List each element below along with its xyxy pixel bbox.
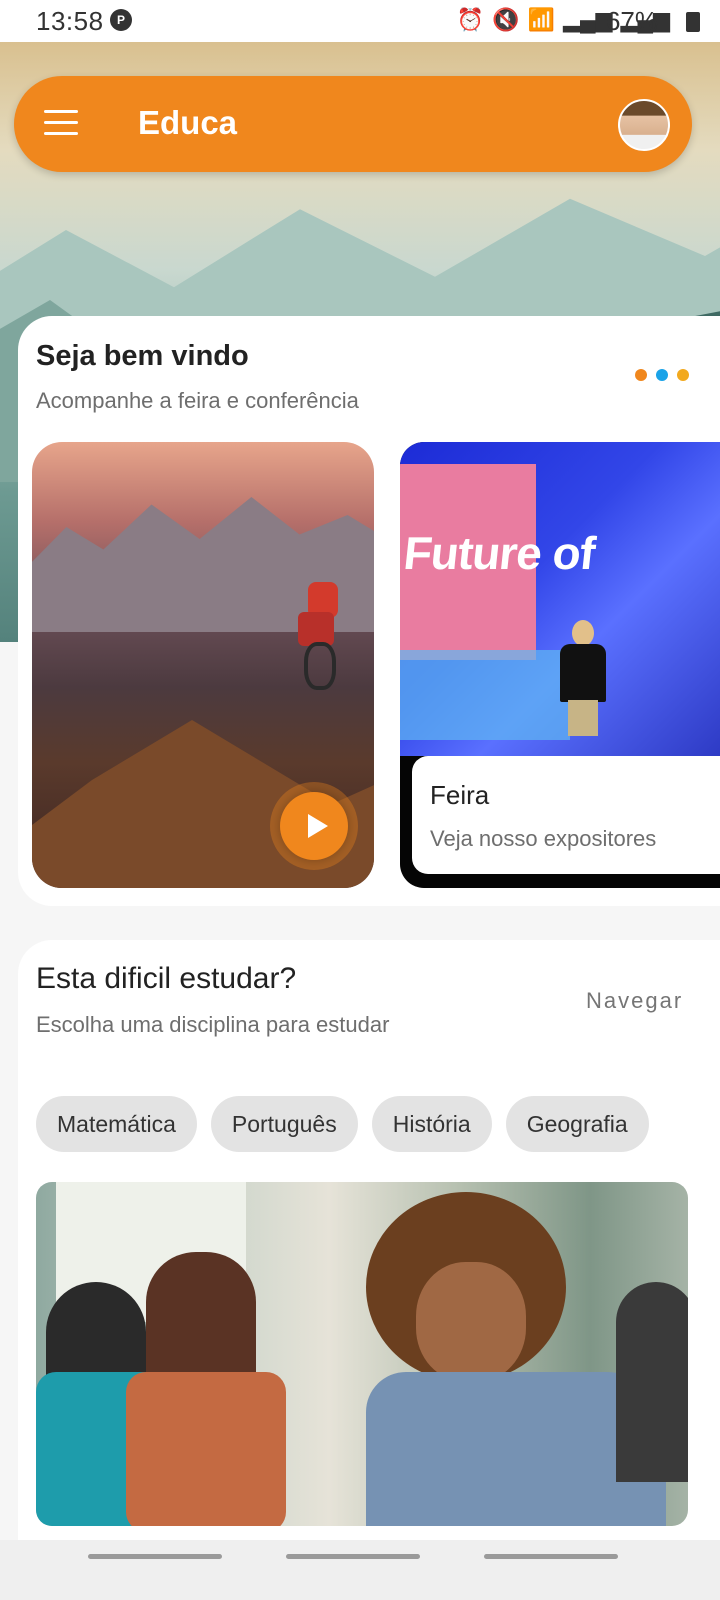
navegar-link[interactable]: Navegar [586, 988, 683, 1014]
wifi-icon: 📶 [527, 7, 556, 32]
chip-geografia[interactable]: Geografia [505, 1096, 649, 1152]
nav-recent-button[interactable] [88, 1554, 222, 1559]
status-time: 13:58 [36, 6, 104, 36]
play-button[interactable] [270, 782, 358, 870]
menu-icon[interactable] [44, 110, 78, 136]
feira-subtitle: Veja nosso expositores [430, 826, 657, 851]
app-bar: Educa [14, 76, 692, 172]
nav-home-button[interactable] [286, 1554, 420, 1559]
screen-text: Future of [401, 527, 598, 579]
chip-matematica[interactable]: Matemática [36, 1096, 197, 1152]
video-card[interactable] [32, 442, 374, 888]
feira-card[interactable]: Future of Feira Veja nosso expositores [400, 442, 720, 888]
feira-title: Feira [430, 780, 490, 810]
study-title: Esta dificil estudar? [36, 962, 297, 995]
subject-chips: Matemática Português História Geografia [36, 1096, 649, 1152]
battery-percent: 67% [605, 6, 658, 36]
pager-dot [677, 369, 689, 381]
nav-back-button[interactable] [484, 1554, 618, 1559]
system-nav-bar [0, 1540, 720, 1600]
pager-dot [656, 369, 668, 381]
mute-icon: 🔇 [492, 7, 520, 32]
chip-historia[interactable]: História [371, 1096, 492, 1152]
study-card: Esta dificil estudar? Escolha uma discip… [18, 940, 720, 1580]
app-screen: 13:58 P ⏰ 🔇 📶 ▂▄▆ ▂▄▆ 67% Educa Seja bem… [0, 0, 720, 1600]
study-subtitle: Escolha uma disciplina para estudar [36, 1012, 390, 1037]
welcome-title: Seja bem vindo [36, 340, 249, 372]
status-bar: 13:58 P ⏰ 🔇 📶 ▂▄▆ ▂▄▆ 67% [0, 0, 720, 42]
feira-caption: Feira Veja nosso expositores [412, 756, 720, 874]
play-icon [308, 814, 328, 838]
mountain-biker-image [290, 582, 350, 692]
battery-icon [686, 12, 700, 32]
students-image[interactable] [36, 1182, 688, 1526]
pager-dot [635, 369, 647, 381]
chip-portugues[interactable]: Português [210, 1096, 358, 1152]
notification-icon: P [110, 9, 132, 31]
speaker-figure [556, 620, 612, 740]
alarm-icon: ⏰ [456, 7, 485, 32]
avatar[interactable] [618, 99, 670, 151]
welcome-card: Seja bem vindo Acompanhe a feira e confe… [18, 316, 720, 906]
pager-dots [635, 369, 689, 381]
app-title: Educa [138, 104, 238, 141]
welcome-subtitle: Acompanhe a feira e conferência [36, 388, 359, 413]
